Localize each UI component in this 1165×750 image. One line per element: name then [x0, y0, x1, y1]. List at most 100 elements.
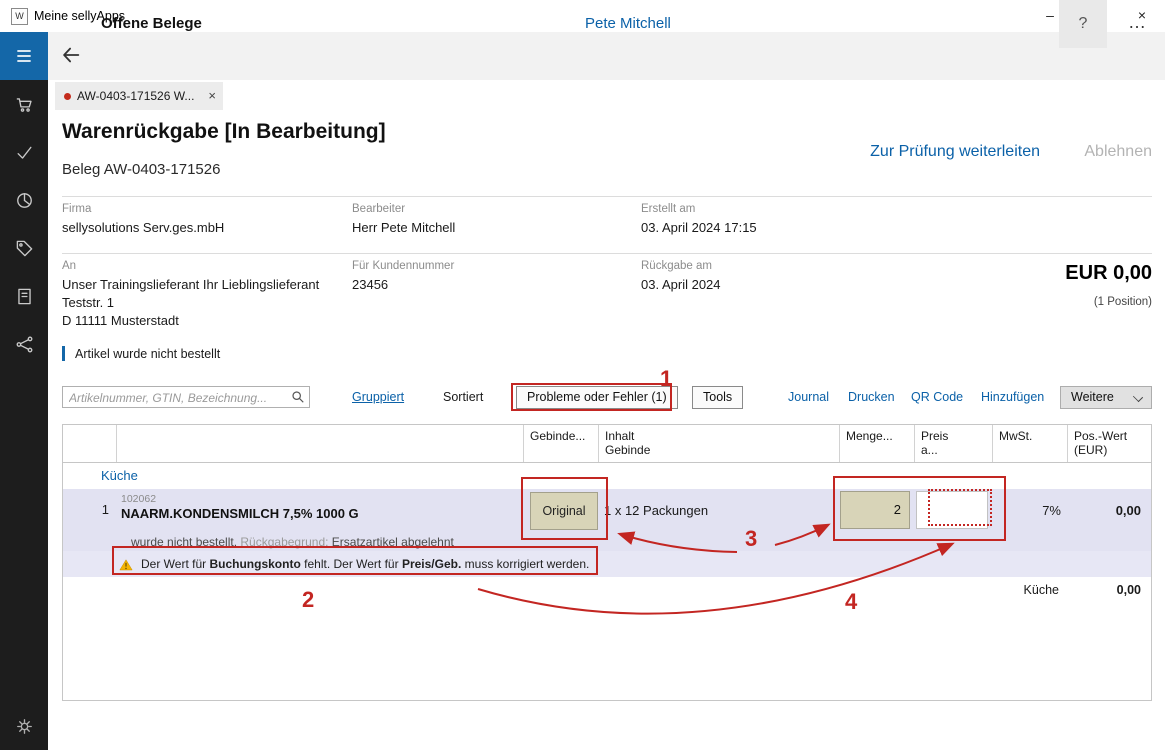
field-erstellt-am: Erstellt am 03. April 2024 17:15: [641, 203, 757, 237]
vat-value: 7%: [992, 503, 1061, 518]
column-header-mwst[interactable]: MwSt.: [992, 425, 1067, 462]
row-warning: Der Wert für Buchungskonto fehlt. Der We…: [63, 551, 1151, 577]
field-bearbeiter: Bearbeiter Herr Pete Mitchell: [352, 203, 455, 237]
positions-table: Gebinde... Inhalt Gebinde Menge... Preis…: [62, 424, 1152, 701]
article-name: NAARM.KONDENSMILCH 7,5% 1000 G: [121, 506, 359, 521]
column-header-preis[interactable]: Preis a...: [914, 425, 992, 462]
gebinde-field[interactable]: Original: [530, 492, 598, 530]
field-an: An Unser Trainingslieferant Ihr Liebling…: [62, 260, 319, 330]
summary-value: 0,00: [1117, 583, 1141, 597]
field-label: Erstellt am: [641, 203, 757, 215]
field-value: 23456: [352, 276, 454, 294]
column-header-poswert[interactable]: Pos.-Wert (EUR): [1067, 425, 1151, 462]
unsaved-indicator-dot: [64, 93, 71, 100]
article-number: 102062: [121, 493, 156, 505]
position-number: 1: [63, 502, 109, 517]
search-input[interactable]: [67, 388, 286, 408]
flag-text: Artikel wurde nicht bestellt: [75, 347, 220, 361]
document-title: Warenrückgabe [In Bearbeitung]: [62, 120, 386, 144]
chevron-down-icon: [1133, 392, 1143, 402]
tag-icon: [15, 239, 34, 258]
column-header-gebinde[interactable]: Gebinde...: [523, 425, 598, 462]
dropdown-label: Weitere: [1071, 390, 1114, 404]
note-text: wurde nicht bestellt,: [131, 535, 240, 549]
flag-accent-bar: [62, 346, 65, 361]
position-count: (1 Position): [1094, 296, 1152, 308]
check-icon: [15, 143, 34, 162]
note-reason-value: Ersatzartikel abgelehnt: [328, 535, 453, 549]
warning-text: Der Wert für Buchungskonto fehlt. Der We…: [141, 551, 589, 577]
field-rueckgabe-am: Rückgabe am 03. April 2024: [641, 260, 721, 294]
field-label: Rückgabe am: [641, 260, 721, 272]
summary-label: Küche: [1024, 583, 1059, 597]
group-summary-row: Küche 0,00: [63, 577, 1151, 603]
field-label: Firma: [62, 203, 224, 215]
table-header: Gebinde... Inhalt Gebinde Menge... Preis…: [63, 425, 1151, 463]
sidebar-item-tags[interactable]: [0, 224, 48, 272]
column-header-description[interactable]: [116, 425, 523, 462]
group-label: Küche: [101, 463, 138, 489]
help-button[interactable]: ?: [1059, 0, 1107, 48]
field-value: Herr Pete Mitchell: [352, 219, 455, 237]
app-window: W Meine sellyApps – × Offene Belege Pete…: [0, 0, 1165, 750]
field-firma: Firma sellysolutions Serv.ges.mbH: [62, 203, 224, 237]
reject-button[interactable]: Ablehnen: [1084, 143, 1152, 161]
current-user[interactable]: Pete Mitchell: [585, 0, 671, 48]
sorted-toggle[interactable]: Sortiert: [443, 390, 483, 404]
gear-icon: [15, 717, 34, 736]
print-link[interactable]: Drucken: [848, 390, 895, 404]
table-row[interactable]: 1 102062 NAARM.KONDENSMILCH 7,5% 1000 G …: [63, 489, 1151, 535]
row-note: wurde nicht bestellt, Rückgabegrund: Ers…: [63, 535, 1151, 551]
field-value: sellysolutions Serv.ges.mbH: [62, 219, 224, 237]
quantity-field[interactable]: 2: [840, 491, 910, 529]
article-search-box: [62, 386, 310, 408]
column-header-menge[interactable]: Menge...: [839, 425, 914, 462]
document-total: EUR 0,00: [1065, 262, 1152, 285]
tab-close-icon[interactable]: ×: [208, 82, 216, 109]
more-options-button[interactable]: …: [1113, 0, 1161, 48]
document-number: Beleg AW-0403-171526: [62, 161, 220, 178]
pie-chart-icon: [15, 191, 34, 210]
sidebar-item-settings[interactable]: [0, 702, 48, 750]
group-row: Küche: [63, 463, 1151, 489]
sidebar: [0, 80, 48, 750]
document-tab[interactable]: AW-0403-171526 W... ×: [55, 82, 223, 110]
more-actions-dropdown[interactable]: Weitere: [1060, 386, 1152, 409]
grouped-toggle[interactable]: Gruppiert: [352, 390, 404, 404]
field-label: Bearbeiter: [352, 203, 455, 215]
not-ordered-flag: Artikel wurde nicht bestellt: [62, 346, 220, 361]
sidebar-item-cart[interactable]: [0, 80, 48, 128]
hamburger-icon: [14, 46, 34, 66]
journal-icon: [15, 287, 34, 306]
back-arrow-icon: [60, 44, 82, 66]
sidebar-item-share[interactable]: [0, 320, 48, 368]
journal-link[interactable]: Journal: [788, 390, 829, 404]
column-header-inhalt[interactable]: Inhalt Gebinde: [598, 425, 839, 462]
problems-errors-button[interactable]: Probleme oder Fehler (1): [516, 386, 678, 409]
forward-for-review-link[interactable]: Zur Prüfung weiterleiten: [870, 143, 1040, 161]
add-link[interactable]: Hinzufügen: [981, 390, 1044, 404]
sidebar-item-journal[interactable]: [0, 272, 48, 320]
divider: [62, 253, 1152, 254]
field-value: 03. April 2024: [641, 276, 721, 294]
sidebar-item-tasks[interactable]: [0, 128, 48, 176]
page-title: Offene Belege: [101, 0, 202, 48]
field-label: Für Kundennummer: [352, 260, 454, 272]
field-value: Unser Trainingslieferant Ihr Lieblingsli…: [62, 276, 319, 330]
back-button[interactable]: [60, 44, 82, 71]
app-icon: W: [11, 8, 28, 25]
tab-label: AW-0403-171526 W...: [77, 82, 194, 110]
field-label: An: [62, 260, 319, 272]
inhalt-value: 1 x 12 Packungen: [604, 503, 708, 518]
field-value: 03. April 2024 17:15: [641, 219, 757, 237]
tools-button[interactable]: Tools: [692, 386, 743, 409]
note-reason-label: Rückgabegrund:: [240, 535, 328, 549]
divider: [62, 196, 1152, 197]
share-icon: [15, 335, 34, 354]
field-kundennummer: Für Kundennummer 23456: [352, 260, 454, 294]
hamburger-menu-button[interactable]: [0, 32, 48, 80]
price-field[interactable]: [916, 491, 988, 529]
sidebar-item-reports[interactable]: [0, 176, 48, 224]
warning-icon: [119, 558, 133, 576]
qr-code-link[interactable]: QR Code: [911, 390, 963, 404]
